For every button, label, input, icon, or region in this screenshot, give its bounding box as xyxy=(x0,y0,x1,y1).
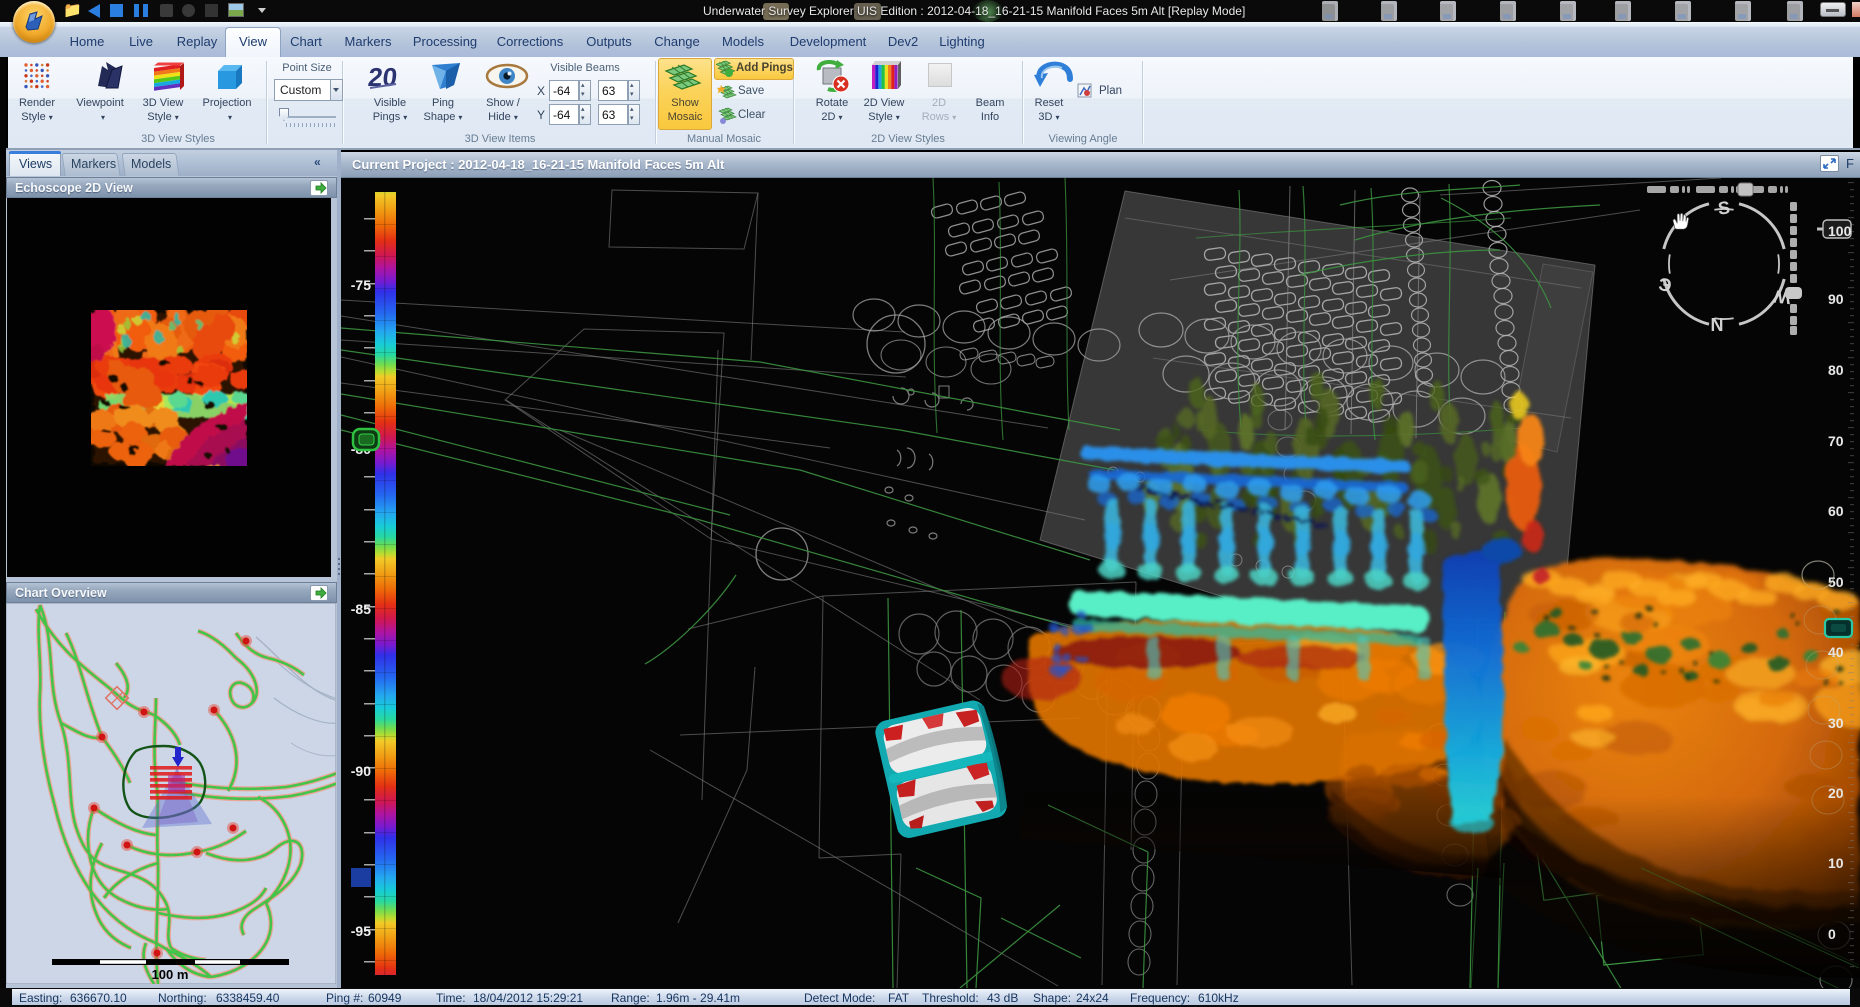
svg-text:-85: -85 xyxy=(351,601,371,617)
svg-text:S: S xyxy=(1717,197,1731,218)
svg-text:-75: -75 xyxy=(351,277,371,293)
svg-text:90: 90 xyxy=(1828,291,1844,307)
svg-text:50: 50 xyxy=(1828,574,1844,590)
svg-text:0: 0 xyxy=(1828,926,1836,942)
svg-text:60: 60 xyxy=(1828,503,1844,519)
svg-text:10: 10 xyxy=(1828,855,1844,871)
svg-text:70: 70 xyxy=(1828,433,1844,449)
svg-text:100: 100 xyxy=(1828,223,1852,239)
svg-text:N: N xyxy=(1711,314,1724,334)
svg-text:-95: -95 xyxy=(351,923,371,939)
svg-text:-90: -90 xyxy=(351,763,371,779)
svg-text:80: 80 xyxy=(1828,362,1844,378)
svg-text:100 m: 100 m xyxy=(152,967,189,982)
